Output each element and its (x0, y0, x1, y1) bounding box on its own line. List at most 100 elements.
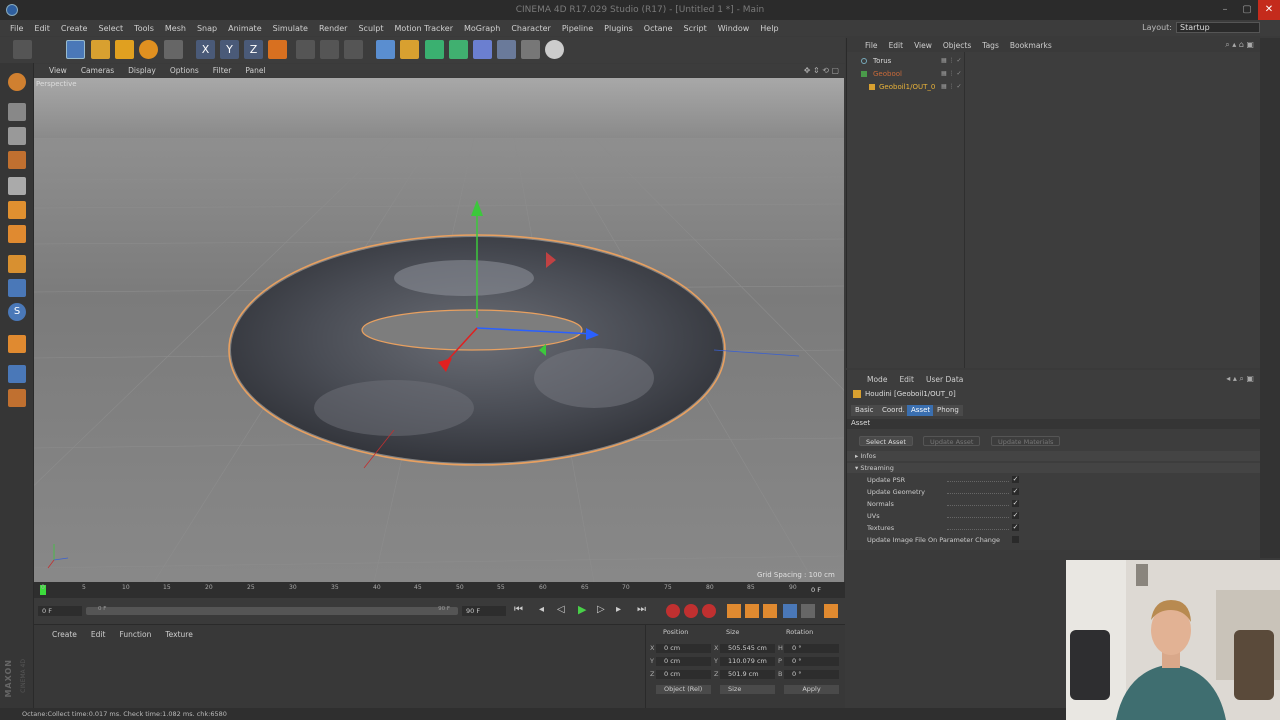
menu-file[interactable]: File (10, 24, 23, 33)
tweak-mode-icon[interactable] (8, 279, 26, 297)
menu-snap[interactable]: Snap (197, 24, 217, 33)
visibility-toggle-icon[interactable]: ▦ ⋮ ✓ (941, 81, 962, 93)
object-menu-edit[interactable]: Edit (889, 41, 904, 50)
visibility-toggle-icon[interactable]: ▦ ⋮ ✓ (941, 68, 962, 80)
record-keys-icon[interactable] (666, 604, 680, 618)
tab-coord[interactable]: Coord. (878, 405, 909, 416)
step-back-icon[interactable]: ◁ (557, 604, 565, 615)
attribute-menu-user-data[interactable]: User Data (926, 375, 963, 384)
render-picture-viewer-icon[interactable] (320, 40, 339, 59)
points-mode-icon[interactable] (8, 177, 26, 195)
size-z-field[interactable]: 501.9 cm (720, 670, 775, 679)
maximize-button[interactable]: ▢ (1236, 0, 1258, 20)
object-row-geobool[interactable]: Geobool ▦ ⋮ ✓ (847, 68, 1261, 80)
object-menu-file[interactable]: File (865, 41, 878, 50)
menu-sculpt[interactable]: Sculpt (358, 24, 383, 33)
attribute-menu-edit[interactable]: Edit (899, 375, 914, 384)
solo-icon[interactable] (8, 365, 26, 383)
array-generator-icon[interactable] (449, 40, 468, 59)
previous-key-icon[interactable]: ◂ (539, 604, 544, 615)
viewport-menu-filter[interactable]: Filter (213, 66, 232, 75)
preview-range-slider[interactable]: 0 F 90 F (86, 606, 458, 615)
material-menu-function[interactable]: Function (119, 630, 151, 639)
auto-keying-icon[interactable] (684, 604, 698, 618)
pos-x-field[interactable]: 0 cm (656, 644, 711, 653)
timeline-menu-icon[interactable] (824, 604, 838, 618)
close-button[interactable]: ✕ (1258, 0, 1280, 20)
play-forward-icon[interactable]: ▶ (578, 603, 586, 616)
attribute-menu-mode[interactable]: Mode (867, 375, 887, 384)
object-menu-objects[interactable]: Objects (943, 41, 971, 50)
render-settings-icon[interactable] (344, 40, 363, 59)
cube-primitive-icon[interactable] (376, 40, 395, 59)
menu-edit[interactable]: Edit (34, 24, 50, 33)
material-menu-texture[interactable]: Texture (165, 630, 192, 639)
size-x-field[interactable]: 505.545 cm (720, 644, 775, 653)
object-manager-search-icon[interactable]: ⌕ ▴ ⌂ ▣ (1225, 40, 1254, 50)
object-menu-bookmarks[interactable]: Bookmarks (1010, 41, 1052, 50)
material-menu-edit[interactable]: Edit (91, 630, 106, 639)
viewport-menu-options[interactable]: Options (170, 66, 199, 75)
world-coordinate-icon[interactable] (268, 40, 287, 59)
menu-mograph[interactable]: MoGraph (464, 24, 500, 33)
coordinate-mode-select[interactable]: Object (Rel) (656, 685, 711, 694)
menu-octane[interactable]: Octane (644, 24, 673, 33)
object-menu-view[interactable]: View (914, 41, 932, 50)
end-frame-field[interactable]: 90 F (462, 606, 506, 616)
go-to-start-icon[interactable]: ⏮ (514, 604, 523, 615)
menu-script[interactable]: Script (684, 24, 707, 33)
workplane-icon[interactable] (8, 151, 26, 169)
menu-tools[interactable]: Tools (134, 24, 154, 33)
light-icon[interactable] (545, 40, 564, 59)
key-scale-icon[interactable] (745, 604, 759, 618)
update-asset-button[interactable]: Update Asset (923, 436, 981, 446)
menu-mesh[interactable]: Mesh (165, 24, 186, 33)
tab-phong[interactable]: Phong (933, 405, 963, 416)
layout-select[interactable]: Startup (1176, 22, 1260, 33)
scale-box-icon[interactable] (115, 40, 134, 59)
object-menu-tags[interactable]: Tags (982, 41, 999, 50)
rot-h-field[interactable]: 0 ° (784, 644, 839, 653)
attribute-nav-icons[interactable]: ◂ ▴ ⌕ ▣ (1226, 374, 1254, 384)
y-axis-lock-icon[interactable]: Y (220, 40, 239, 59)
next-key-icon[interactable]: ▸ (616, 604, 621, 615)
streaming-group[interactable]: ▾ Streaming (847, 463, 1261, 473)
scale-tool-icon[interactable] (91, 40, 110, 59)
key-pla-icon[interactable] (801, 604, 815, 618)
menu-create[interactable]: Create (61, 24, 88, 33)
select-asset-button[interactable]: Select Asset (859, 436, 913, 446)
viewport-menu-view[interactable]: View (49, 66, 67, 75)
menu-select[interactable]: Select (98, 24, 123, 33)
model-mode-icon[interactable] (8, 103, 26, 121)
update-materials-button[interactable]: Update Materials (991, 436, 1061, 446)
pen-spline-icon[interactable] (400, 40, 419, 59)
pos-z-field[interactable]: 0 cm (656, 670, 711, 679)
make-editable-icon[interactable] (8, 73, 26, 91)
render-view-icon[interactable] (296, 40, 315, 59)
material-menu-create[interactable]: Create (52, 630, 77, 639)
object-row-torus[interactable]: Torus ▦ ⋮ ✓ (847, 55, 1261, 67)
update-geometry-checkbox[interactable]: ✓ (1012, 488, 1019, 495)
viewport-menu-cameras[interactable]: Cameras (81, 66, 114, 75)
pos-y-field[interactable]: 0 cm (656, 657, 711, 666)
key-rotation-icon[interactable] (763, 604, 777, 618)
polygons-mode-icon[interactable] (8, 225, 26, 243)
menu-render[interactable]: Render (319, 24, 347, 33)
keyframe-selection-icon[interactable] (702, 604, 716, 618)
perspective-viewport[interactable] (34, 78, 844, 582)
update-psr-checkbox[interactable]: ✓ (1012, 476, 1019, 483)
step-forward-icon[interactable]: ▷ (597, 604, 605, 615)
viewport-nav-icons[interactable]: ✥ ⇕ ⟲ ▢ (804, 66, 839, 75)
normals-checkbox[interactable]: ✓ (1012, 500, 1019, 507)
x-axis-lock-icon[interactable]: X (196, 40, 215, 59)
menu-character[interactable]: Character (511, 24, 551, 33)
viewport-menu-display[interactable]: Display (128, 66, 156, 75)
tab-asset[interactable]: Asset (907, 405, 935, 416)
axis-mode-icon[interactable] (8, 255, 26, 273)
size-mode-select[interactable]: Size (720, 685, 775, 694)
tab-basic[interactable]: Basic (851, 405, 878, 416)
timeline-ruler[interactable]: 0 5 10 15 20 25 30 35 40 45 50 55 60 65 … (34, 582, 845, 598)
floor-scene-icon[interactable] (497, 40, 516, 59)
camera-icon[interactable] (521, 40, 540, 59)
apply-button[interactable]: Apply (784, 685, 839, 694)
